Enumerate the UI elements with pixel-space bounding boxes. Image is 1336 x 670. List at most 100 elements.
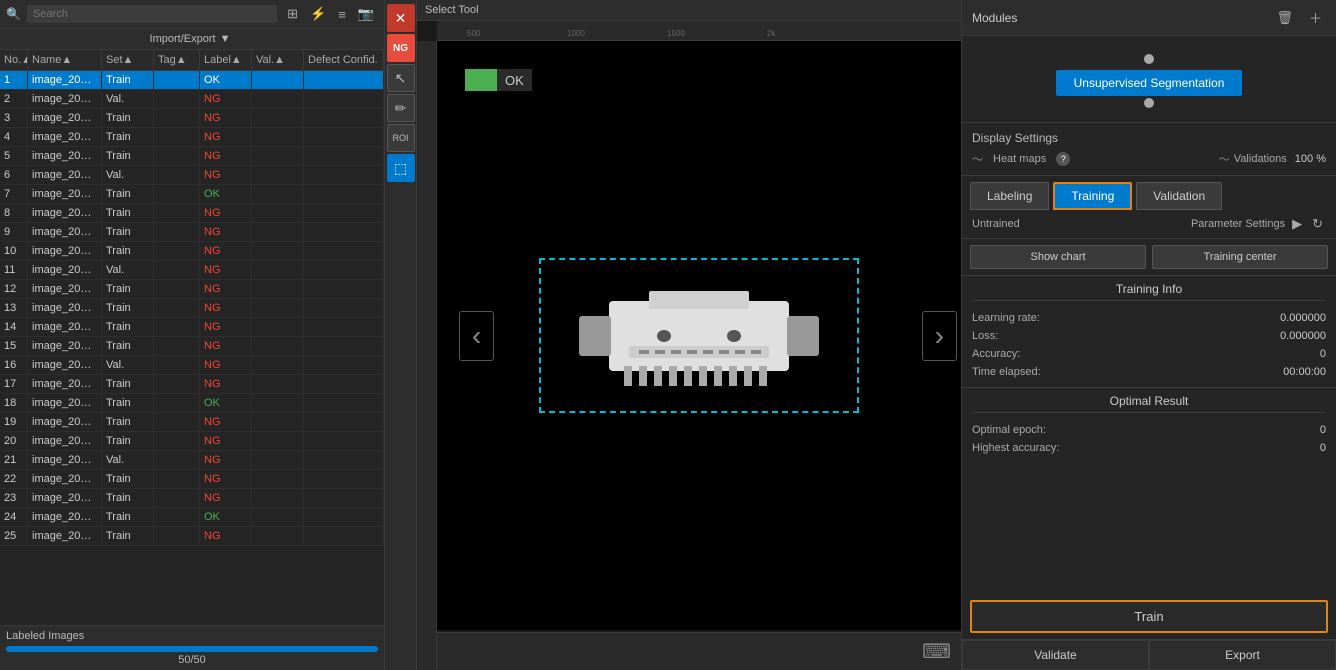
table-row[interactable]: 21 image_2023-04-... Val. NG — [0, 451, 384, 470]
cell-name: image_2023-04-... — [28, 432, 102, 450]
parameter-settings-btn[interactable]: ▶ — [1289, 216, 1305, 232]
import-export-bar[interactable]: Import/Export ▼ — [0, 29, 384, 50]
close-button[interactable]: ✕ — [387, 4, 415, 32]
cell-tag — [154, 527, 200, 545]
cell-val — [252, 166, 304, 184]
cell-name: image_2023-04-... — [28, 261, 102, 279]
cell-no: 14 — [0, 318, 28, 336]
cell-label: NG — [200, 242, 252, 260]
progress-text: 50/50 — [6, 654, 378, 666]
cell-label: NG — [200, 375, 252, 393]
import-export-chevron: ▼ — [220, 33, 231, 45]
list-view-icon[interactable]: ≡ — [334, 4, 350, 24]
table-row[interactable]: 25 image_2023-04-... Train NG — [0, 527, 384, 546]
cell-no: 2 — [0, 90, 28, 108]
cell-val — [252, 71, 304, 89]
grid-view-icon[interactable]: ⊞ — [283, 4, 302, 24]
cell-tag — [154, 413, 200, 431]
cell-set: Train — [102, 527, 154, 545]
col-defect: Defect Confid. — [304, 50, 384, 70]
table-row[interactable]: 10 image_2023-04-... Train NG — [0, 242, 384, 261]
roi-tool-btn[interactable]: ROI — [387, 124, 415, 152]
table-row[interactable]: 15 image_2023-04-... Train NG — [0, 337, 384, 356]
brush-tool-btn[interactable]: ✏ — [387, 94, 415, 122]
table-row[interactable]: 8 image_2023-04-... Train NG — [0, 204, 384, 223]
cell-defect — [304, 337, 384, 355]
cell-defect — [304, 451, 384, 469]
cell-set: Train — [102, 223, 154, 241]
col-set: Set▲ — [102, 50, 154, 70]
table-row[interactable]: 18 image_2023-04-... Train OK — [0, 394, 384, 413]
cell-label: NG — [200, 147, 252, 165]
cell-set: Train — [102, 109, 154, 127]
table-row[interactable]: 6 image_2023-04-... Val. NG — [0, 166, 384, 185]
cell-name: image_2023-04-... — [28, 109, 102, 127]
validate-button[interactable]: Validate — [962, 640, 1149, 670]
tab-training[interactable]: Training — [1053, 182, 1132, 210]
display-settings-title: Display Settings — [972, 131, 1326, 145]
table-row[interactable]: 19 image_2023-04-... Train NG — [0, 413, 384, 432]
select-tool-btn[interactable]: ↖ — [387, 64, 415, 92]
table-row[interactable]: 23 image_2023-04-... Train NG — [0, 489, 384, 508]
cell-val — [252, 375, 304, 393]
col-no: No.▲ — [0, 50, 28, 70]
filter-icon[interactable]: ⚡ — [306, 4, 330, 24]
cell-tag — [154, 109, 200, 127]
table-row[interactable]: 3 image_2023-04-... Train NG — [0, 109, 384, 128]
cell-label: NG — [200, 318, 252, 336]
bottom-bar: Labeled Images 50/50 — [0, 625, 384, 670]
delete-module-btn[interactable]: 🗑 — [1272, 6, 1297, 29]
search-icons: ⊞ ⚡ ≡ 📷 — [283, 4, 378, 24]
cell-name: image_2023-04-... — [28, 223, 102, 241]
cell-val — [252, 470, 304, 488]
cell-defect — [304, 223, 384, 241]
cell-label: NG — [200, 166, 252, 184]
cell-defect — [304, 261, 384, 279]
table-row[interactable]: 11 image_2023-04-... Val. NG — [0, 261, 384, 280]
cell-label: NG — [200, 204, 252, 222]
cell-defect — [304, 394, 384, 412]
train-button[interactable]: Train — [970, 600, 1328, 633]
table-row[interactable]: 16 image_2023-04-... Val. NG — [0, 356, 384, 375]
import-icon[interactable]: 📷 — [354, 4, 378, 24]
training-center-btn[interactable]: Training center — [1152, 245, 1328, 269]
cell-label: NG — [200, 299, 252, 317]
training-info-title: Training Info — [972, 282, 1326, 301]
cell-set: Train — [102, 128, 154, 146]
unsupervised-segmentation-btn[interactable]: Unsupervised Segmentation — [1056, 70, 1243, 96]
table-row[interactable]: 4 image_2023-04-... Train NG — [0, 128, 384, 147]
keyboard-icon[interactable]: ⌨ — [922, 639, 951, 664]
cell-label: NG — [200, 470, 252, 488]
export-button[interactable]: Export — [1149, 640, 1336, 670]
accuracy-label: Accuracy: — [972, 348, 1020, 360]
ng-button[interactable]: NG — [387, 34, 415, 62]
table-row[interactable]: 12 image_2023-04-... Train NG — [0, 280, 384, 299]
refresh-btn[interactable]: ↻ — [1309, 216, 1326, 232]
next-image-arrow[interactable]: › — [922, 311, 957, 361]
cell-defect — [304, 489, 384, 507]
table-row[interactable]: 17 image_2023-04-... Train NG — [0, 375, 384, 394]
show-chart-btn[interactable]: Show chart — [970, 245, 1146, 269]
table-row[interactable]: 20 image_2023-04-... Train NG — [0, 432, 384, 451]
cell-name: image_2023-04-... — [28, 90, 102, 108]
learning-rate-row: Learning rate: 0.000000 — [972, 309, 1326, 327]
search-input[interactable] — [27, 5, 277, 23]
table-row[interactable]: 24 image_2023-04-... Train OK — [0, 508, 384, 527]
table-row[interactable]: 22 image_2023-04-... Train NG — [0, 470, 384, 489]
table-row[interactable]: 7 image_2023-04-... Train OK — [0, 185, 384, 204]
cell-tag — [154, 90, 200, 108]
labeled-images-label: Labeled Images — [6, 630, 84, 642]
table-row[interactable]: 9 image_2023-04-... Train NG — [0, 223, 384, 242]
canvas-toolbar: Select Tool — [417, 0, 961, 21]
tab-labeling[interactable]: Labeling — [970, 182, 1049, 210]
add-module-btn[interactable]: ＋ — [1305, 6, 1326, 29]
table-row[interactable]: 13 image_2023-04-... Train NG — [0, 299, 384, 318]
table-row[interactable]: 1 image_2023-04-... Train OK — [0, 71, 384, 90]
left-panel: 🔍 ⊞ ⚡ ≡ 📷 Import/Export ▼ No.▲ Name▲ Set… — [0, 0, 385, 670]
table-row[interactable]: 2 image_2023-04-... Val. NG — [0, 90, 384, 109]
box-tool-btn[interactable]: ⬚ — [387, 154, 415, 182]
table-row[interactable]: 14 image_2023-04-... Train NG — [0, 318, 384, 337]
tab-validation[interactable]: Validation — [1136, 182, 1222, 210]
table-row[interactable]: 5 image_2023-04-... Train NG — [0, 147, 384, 166]
cell-no: 20 — [0, 432, 28, 450]
